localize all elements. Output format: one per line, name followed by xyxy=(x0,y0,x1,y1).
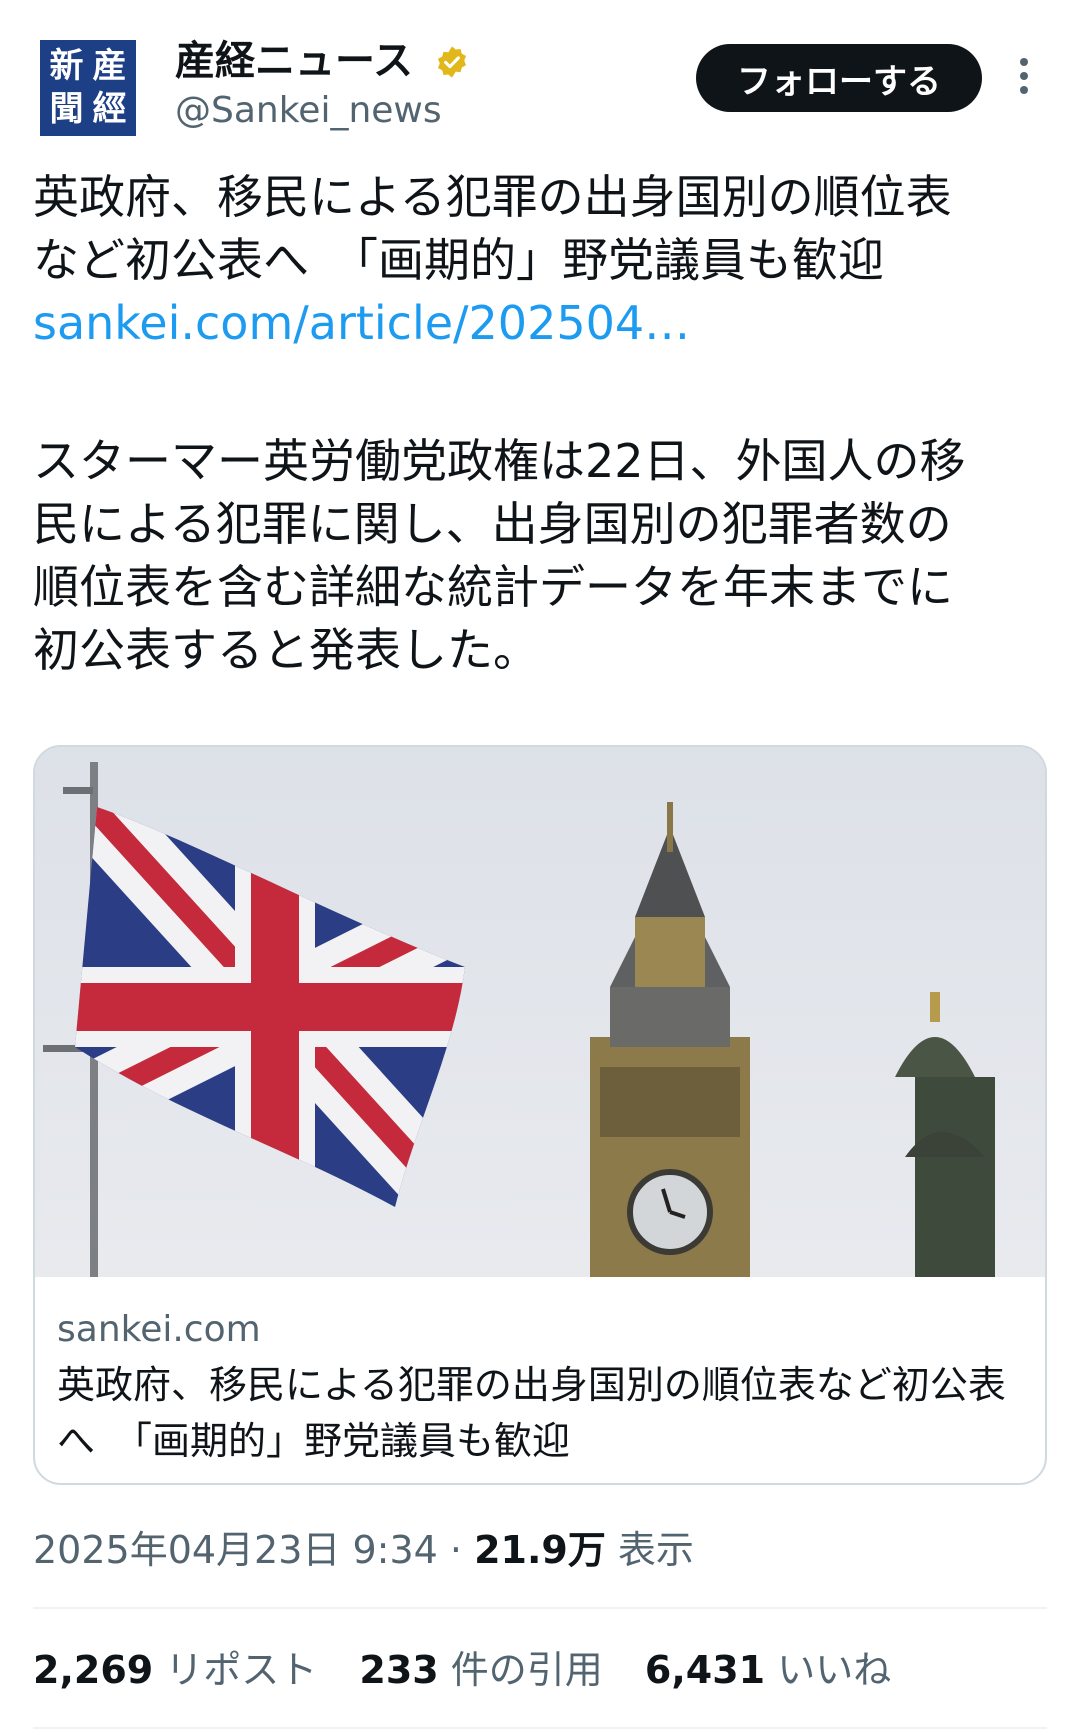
post-time[interactable]: 2025年04月23日 9:34 · xyxy=(33,1528,474,1572)
avatar[interactable]: 新 産 聞 經 xyxy=(40,40,136,136)
repost-label: リポスト xyxy=(153,1648,318,1692)
link-card[interactable]: sankei.com 英政府、移民による犯罪の出身国別の順位表など初公表へ 「画… xyxy=(33,745,1047,1485)
like-label: いいね xyxy=(765,1648,892,1692)
tweet-headline: 英政府、移民による犯罪の出身国別の順位表 など初公表へ 「画期的」野党議員も歓迎… xyxy=(33,166,1053,355)
tweet-body: スターマー英労働党政権は22日、外国人の移 民による犯罪に関し、出身国別の犯罪者… xyxy=(33,430,1053,682)
quotes-stat[interactable]: 233 件の引用 xyxy=(359,1648,602,1692)
verified-badge-icon xyxy=(437,46,467,78)
reposts-stat[interactable]: 2,269 リポスト xyxy=(33,1648,317,1692)
union-jack-big-ben-photo xyxy=(35,747,1045,1277)
card-meta: sankei.com 英政府、移民による犯罪の出身国別の順位表など初公表へ 「画… xyxy=(57,1307,1027,1469)
divider xyxy=(33,1607,1047,1609)
logo-char: 經 xyxy=(92,89,127,129)
body-line: 初公表すると発表した。 xyxy=(33,623,539,677)
body-line: 民による犯罪に関し、出身国別の犯罪者数の xyxy=(33,497,952,551)
account-handle[interactable]: @Sankei_news xyxy=(175,89,442,133)
more-options-icon[interactable] xyxy=(1018,58,1030,98)
article-link[interactable]: sankei.com/article/202504… xyxy=(33,292,1053,355)
logo-char: 聞 xyxy=(49,89,84,129)
view-label: 表示 xyxy=(605,1528,694,1572)
like-count: 6,431 xyxy=(644,1648,766,1692)
quote-count: 233 xyxy=(359,1648,439,1692)
card-title: 英政府、移民による犯罪の出身国別の順位表など初公表へ 「画期的」野党議員も歓迎 xyxy=(57,1363,1006,1463)
quote-label: 件の引用 xyxy=(438,1648,603,1692)
engagement-stats: 2,269 リポスト 233 件の引用 6,431 いいね xyxy=(33,1645,921,1695)
body-line: スターマー英労働党政権は22日、外国人の移 xyxy=(33,434,966,488)
account-name[interactable]: 産経ニュース xyxy=(175,37,413,85)
view-count: 21.9万 xyxy=(474,1528,606,1572)
divider xyxy=(33,1727,1047,1729)
logo-char: 産 xyxy=(92,46,127,86)
headline-line: など初公表へ 「画期的」野党議員も歓迎 xyxy=(33,233,884,287)
card-domain: sankei.com xyxy=(57,1309,261,1350)
headline-line: 英政府、移民による犯罪の出身国別の順位表 xyxy=(33,170,952,224)
repost-count: 2,269 xyxy=(33,1648,154,1692)
follow-button[interactable]: フォローする xyxy=(696,44,982,112)
logo-char: 新 xyxy=(49,46,84,86)
likes-stat[interactable]: 6,431 いいね xyxy=(645,1648,891,1692)
tweet-timestamp: 2025年04月23日 9:34 · 21.9万 表示 xyxy=(33,1525,694,1575)
tweet-header: 新 産 聞 經 産経ニュース @Sankei_news フォローする xyxy=(0,0,1080,150)
body-line: 順位表を含む詳細な統計データを年末までに xyxy=(33,560,953,614)
